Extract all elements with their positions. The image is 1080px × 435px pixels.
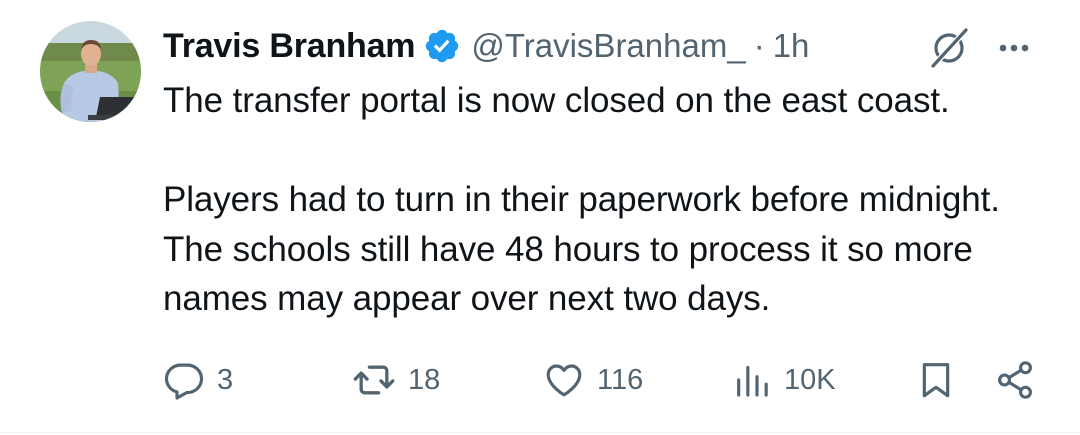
heart-icon xyxy=(543,359,585,401)
avatar[interactable] xyxy=(40,21,141,122)
verified-badge-icon[interactable] xyxy=(423,27,461,65)
action-bar: 3 18 116 10K xyxy=(0,354,1080,406)
share-icon xyxy=(994,359,1036,401)
tweet: Travis Branham @TravisBranham_ · 1h The … xyxy=(0,0,1080,435)
views-icon xyxy=(732,360,772,400)
repost-button[interactable]: 18 xyxy=(352,354,440,406)
display-name[interactable]: Travis Branham xyxy=(163,27,416,66)
like-button[interactable]: 116 xyxy=(543,354,643,406)
tweet-text: The transfer portal is now closed on the… xyxy=(163,81,1000,318)
repost-icon xyxy=(352,358,396,402)
bookmark-button[interactable] xyxy=(916,354,956,406)
separator-dot: · xyxy=(753,27,765,64)
timestamp[interactable]: 1h xyxy=(773,27,810,65)
share-button[interactable] xyxy=(994,354,1036,406)
views-button[interactable]: 10K xyxy=(732,354,836,406)
grok-icon[interactable] xyxy=(926,25,972,71)
views-count: 10K xyxy=(784,363,836,396)
avatar-photo xyxy=(40,21,141,122)
divider xyxy=(0,432,1080,433)
bookmark-icon xyxy=(916,359,956,401)
tweet-header: Travis Branham @TravisBranham_ · 1h xyxy=(163,24,809,68)
reply-icon xyxy=(163,359,205,401)
reply-button[interactable]: 3 xyxy=(163,354,233,406)
like-count: 116 xyxy=(597,363,644,396)
handle[interactable]: @TravisBranham_ xyxy=(471,27,745,65)
more-icon[interactable] xyxy=(994,28,1034,68)
reply-count: 3 xyxy=(217,363,234,396)
repost-count: 18 xyxy=(408,363,441,396)
